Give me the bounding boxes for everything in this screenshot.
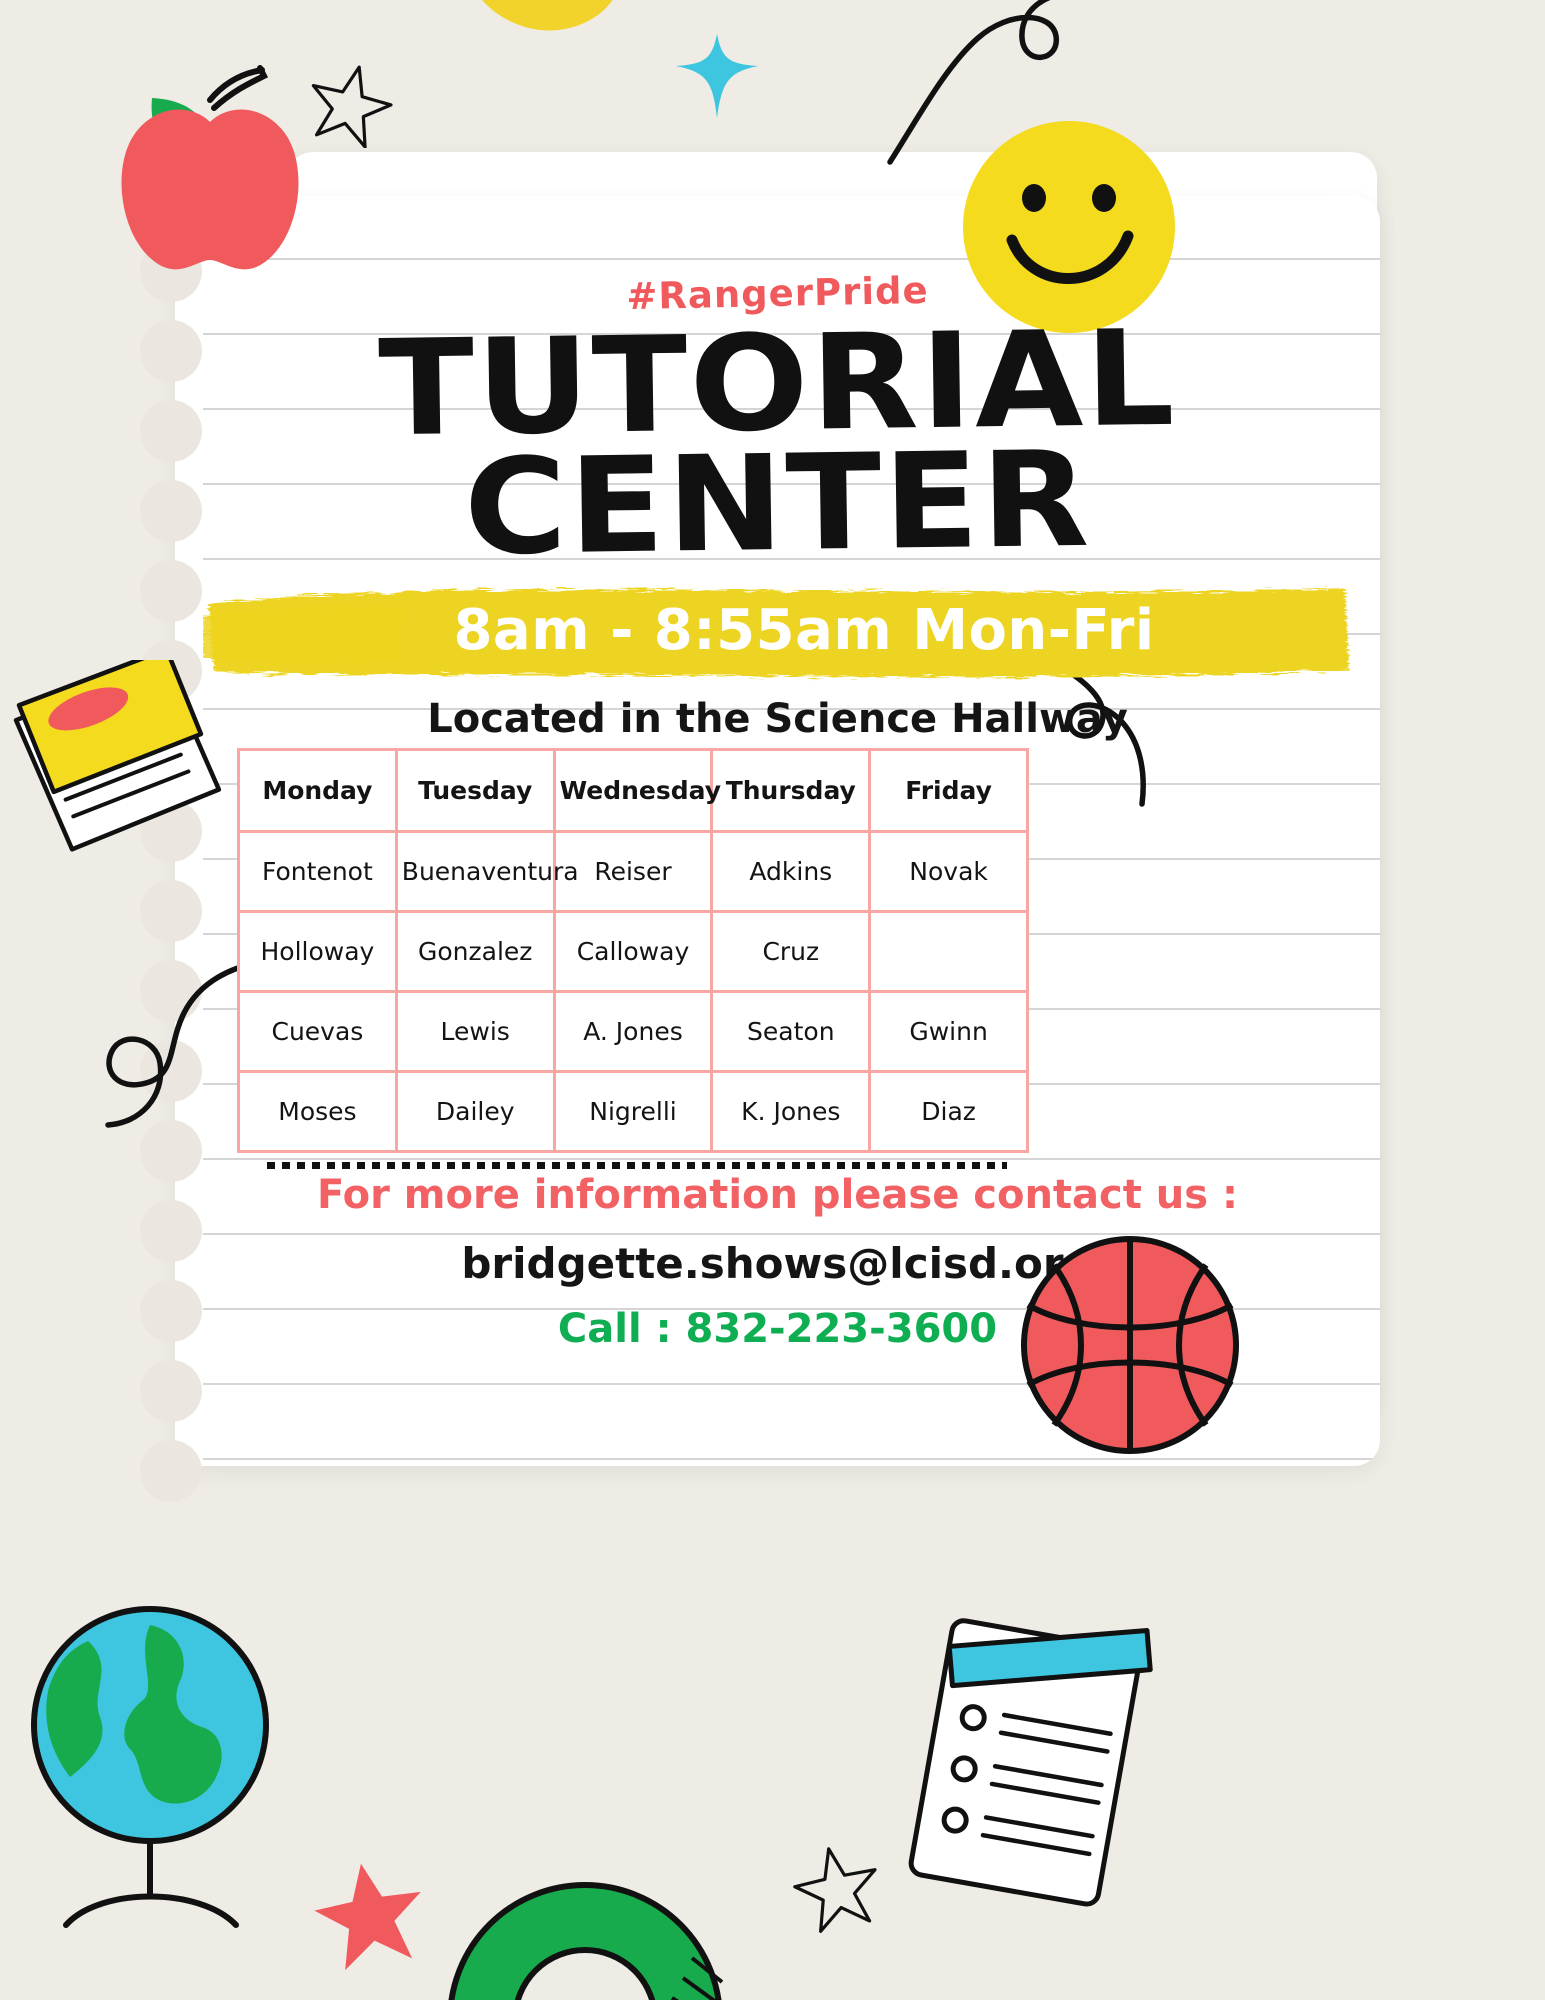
poster-content: #RangerPride TUTORIAL CENTER 8am - 8:55a… [175,196,1380,1466]
globe-icon [31,1606,269,1928]
page-title: TUTORIAL CENTER [175,302,1380,586]
teacher-cell: Lewis [394,990,556,1073]
table-row: Holloway Gonzalez Calloway Cruz [237,910,1029,993]
column-header-friday: Friday [868,748,1029,833]
column-header-thursday: Thursday [710,748,872,833]
clipboard-icon [908,1618,1153,1907]
poster-canvas: #RangerPride TUTORIAL CENTER 8am - 8:55a… [0,0,1545,2000]
column-header-tuesday: Tuesday [394,748,556,833]
teacher-cell: Cruz [710,910,872,993]
teacher-cell: K. Jones [710,1070,872,1153]
outline-star-icon [793,1847,877,1933]
schedule-table-body: Fontenot Buenaventura Reiser Adkins Novak Hol… [237,830,1029,1153]
teacher-cell: Buenaventura [394,830,579,913]
outline-star-icon [311,65,393,148]
coral-star-icon [314,1863,421,1971]
teacher-cell: Novak [868,830,1029,913]
teacher-cell: Diaz [868,1070,1029,1153]
table-row: Fontenot Buenaventura Reiser Adkins Novak [237,830,1029,913]
dotted-divider [267,1162,1007,1169]
table-row: Moses Dailey Nigrelli K. Jones Diaz [237,1070,1029,1153]
teacher-cell: Holloway [237,910,398,993]
teacher-cell: Fontenot [237,830,398,913]
column-header-wednesday: Wednesday [552,748,721,833]
teacher-cell: Seaton [710,990,872,1073]
protractor-icon [448,1882,724,2000]
schedule-table: Monday Tuesday Wednesday Thursday Friday Fon… [237,748,1029,1153]
teacher-cell: Gonzalez [394,910,556,993]
teacher-cell: Gwinn [868,990,1029,1073]
teacher-cell: Dailey [394,1070,556,1153]
location-text: Located in the Science Hallway [427,696,1128,742]
yellow-blob-icon [482,0,613,31]
schedule-table-wrap: Monday Tuesday Wednesday Thursday Friday Fon… [237,748,1029,1153]
contact-phone[interactable]: Call : 832-223-3600 [175,1306,1380,1352]
teacher-cell: A. Jones [552,990,714,1073]
blue-star-icon [676,34,758,118]
teacher-cell [868,910,1029,993]
teacher-cell: Moses [237,1070,398,1153]
table-row: Cuevas Lewis A. Jones Seaton Gwinn [237,990,1029,1073]
table-header-row: Monday Tuesday Wednesday Thursday Friday [237,748,1029,833]
contact-email[interactable]: bridgette.shows@lcisd.org [175,1239,1380,1288]
contact-prompt: For more information please contact us : [316,1172,1239,1218]
teacher-cell: Adkins [710,830,872,913]
teacher-cell: Cuevas [237,990,398,1073]
column-header-monday: Monday [237,748,398,833]
schedule-table-head: Monday Tuesday Wednesday Thursday Friday [237,748,1029,833]
hours-banner: 8am - 8:55am Mon-Fri [203,578,1351,686]
teacher-cell: Calloway [552,910,714,993]
teacher-cell: Nigrelli [552,1070,714,1153]
title-line-2: CENTER [462,423,1093,586]
hours-text: 8am - 8:55am Mon-Fri [453,597,1155,663]
